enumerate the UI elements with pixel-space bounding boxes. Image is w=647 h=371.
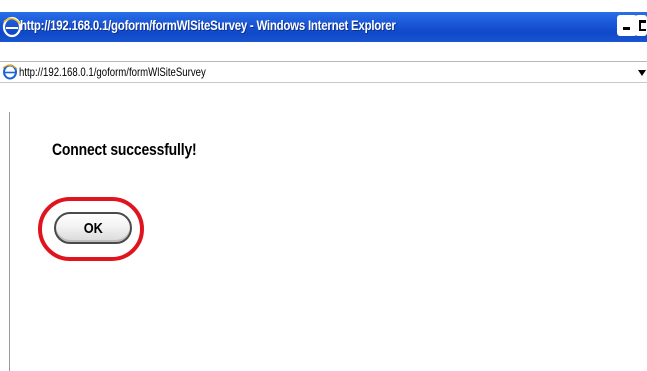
- browser-window: http://192.168.0.1/goform/formWlSiteSurv…: [0, 0, 647, 371]
- address-bar[interactable]: http://192.168.0.1/goform/formWlSiteSurv…: [0, 61, 647, 83]
- title-bar[interactable]: http://192.168.0.1/goform/formWlSiteSurv…: [0, 12, 647, 42]
- address-url[interactable]: http://192.168.0.1/goform/formWlSiteSurv…: [19, 65, 206, 79]
- ie-page-icon: [2, 64, 18, 80]
- window-controls: [617, 15, 647, 39]
- content-frame-edge: [9, 112, 10, 371]
- page-content: Connect successfully! OK: [0, 84, 647, 371]
- ok-button[interactable]: OK: [54, 212, 132, 244]
- toolbar-area: [0, 42, 647, 61]
- chevron-down-icon[interactable]: [638, 64, 647, 80]
- internet-explorer-icon: [2, 16, 22, 38]
- status-message: Connect successfully!: [52, 140, 197, 159]
- ok-button-label: OK: [83, 219, 103, 237]
- minimize-button[interactable]: [617, 15, 638, 36]
- maximize-button[interactable]: [635, 15, 647, 36]
- window-title: http://192.168.0.1/goform/formWlSiteSurv…: [20, 17, 396, 33]
